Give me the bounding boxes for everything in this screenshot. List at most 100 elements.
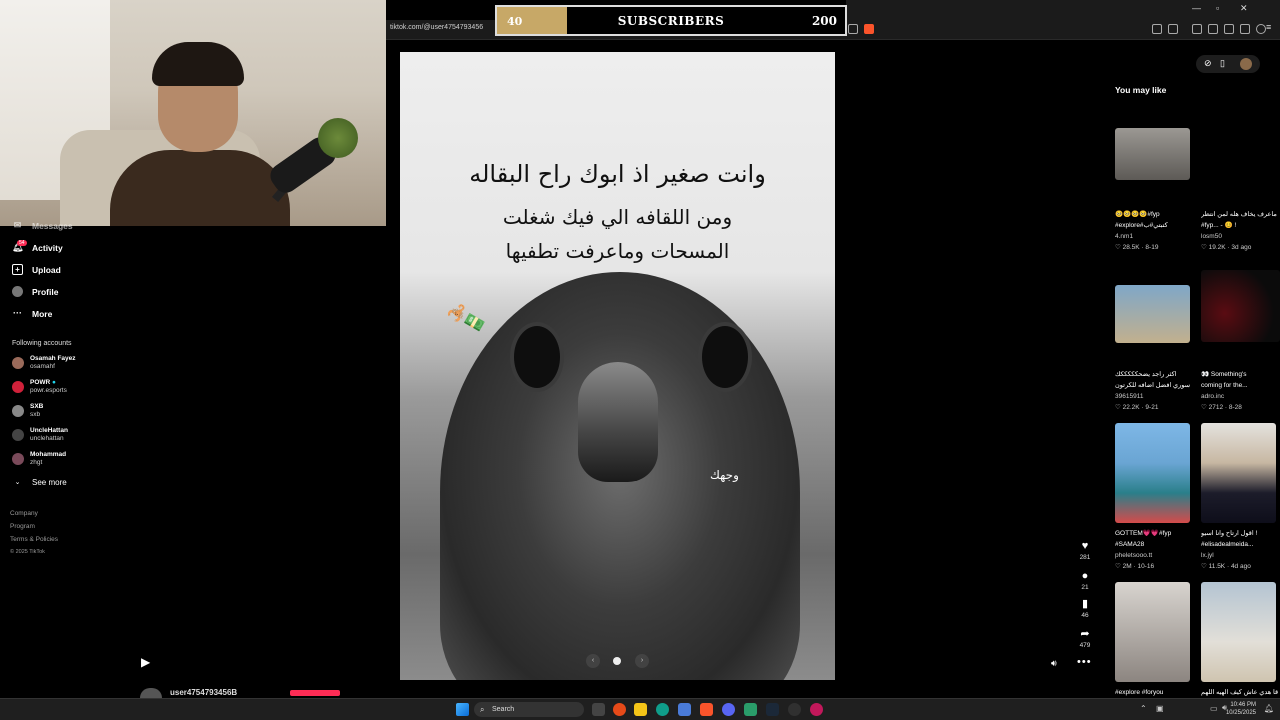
video-thumbnail[interactable] xyxy=(1115,128,1190,180)
task-view-icon[interactable] xyxy=(592,703,605,716)
video-thumbnail[interactable] xyxy=(1201,270,1280,342)
menu-icon[interactable]: ≡ xyxy=(1266,22,1276,32)
footer-link-terms[interactable]: Terms & Policies xyxy=(10,536,58,543)
tile-title[interactable]: اكثر راجد يضحكككككك xyxy=(1115,370,1193,379)
avatar[interactable] xyxy=(140,688,162,698)
tile-title[interactable]: ماعرف يخاف هله لمن انتظر xyxy=(1201,210,1279,219)
carousel-dot[interactable] xyxy=(613,657,621,665)
vpn-icon[interactable] xyxy=(1256,24,1266,34)
more-options-icon[interactable]: ••• xyxy=(1077,656,1092,668)
sidebar-item-label: Activity xyxy=(32,242,63,253)
carousel-next-icon[interactable]: › xyxy=(635,654,649,668)
account-name: SXB xyxy=(30,403,44,410)
face-label: وجهك xyxy=(710,468,739,482)
excel-icon[interactable] xyxy=(744,703,757,716)
tile-author[interactable]: 39615911 xyxy=(1115,393,1143,400)
tile-meta: ♡ 2712 · 8-28 xyxy=(1201,404,1242,411)
steam-icon[interactable] xyxy=(766,703,779,716)
tile-title[interactable]: اقول ارتاح وانا اسيو ! xyxy=(1201,529,1279,538)
account-item[interactable]: SXB sxb xyxy=(12,403,43,419)
tile-author[interactable]: lx.jyl xyxy=(1201,552,1214,559)
clock[interactable]: 10:46 PM 10/25/2025 xyxy=(1226,701,1256,717)
account-item[interactable]: Mohammad zhgt xyxy=(12,451,66,467)
tile-author[interactable]: pheletsooo.tt xyxy=(1115,552,1152,559)
carousel-prev-icon[interactable]: ‹ xyxy=(586,654,600,668)
like-button[interactable]: ♥ 281 xyxy=(1078,540,1092,561)
brave-shield-icon[interactable] xyxy=(864,24,874,34)
account-item[interactable]: UncleHattan unclehattan xyxy=(12,427,68,443)
tile-title-line2[interactable]: coming for the... xyxy=(1201,381,1279,390)
sidebar-item-profile[interactable]: Profile xyxy=(12,286,58,297)
video-thumbnail[interactable] xyxy=(1115,285,1190,343)
creator-username[interactable]: user4754793456B xyxy=(170,688,237,697)
store-icon[interactable] xyxy=(678,703,691,716)
see-more-label: See more xyxy=(32,478,67,487)
minimize-icon[interactable]: — xyxy=(1192,3,1201,13)
start-icon[interactable] xyxy=(456,703,469,716)
play-icon[interactable]: ▶ xyxy=(141,655,150,669)
tray-chevron-icon[interactable]: ⌃ xyxy=(1140,704,1147,713)
bookmark-button[interactable]: ▮ 46 xyxy=(1078,598,1092,619)
sidebar-item-more[interactable]: ··· More xyxy=(12,308,52,319)
tile-title[interactable]: 🥺🥺🥺🥺#fyp xyxy=(1115,210,1193,219)
tile-meta: ♡ 28.5K · 8-19 xyxy=(1115,244,1159,251)
taskbar-search[interactable]: ⌕ Search xyxy=(474,702,584,717)
site-info-icon[interactable] xyxy=(848,24,858,34)
video-caption-line2: ومن اللقافه الي فيك شغلت xyxy=(502,205,733,229)
video-thumbnail[interactable] xyxy=(1201,423,1276,523)
wallet-icon[interactable] xyxy=(1240,24,1250,34)
video-thumbnail[interactable] xyxy=(1201,582,1276,682)
see-more-button[interactable]: ⌄ See more xyxy=(12,477,67,488)
video-thumbnail[interactable] xyxy=(1115,582,1190,682)
tile-title[interactable]: قا هدي عاش كيف الهيه اللهم xyxy=(1201,688,1279,697)
avatar[interactable] xyxy=(1240,58,1252,70)
sidebar-icon[interactable] xyxy=(1208,24,1218,34)
tile-author[interactable]: losm50 xyxy=(1201,233,1222,240)
footer-link-program[interactable]: Program xyxy=(10,523,35,530)
tile-author[interactable]: 4.nm1 xyxy=(1115,233,1133,240)
file-explorer-icon[interactable] xyxy=(634,703,647,716)
copilot-icon[interactable] xyxy=(613,703,626,716)
account-item[interactable]: POWR ● powr.esports xyxy=(12,379,67,395)
tile-title-line2[interactable]: #elisadealmeida... xyxy=(1201,540,1279,549)
sidebar-item-messages[interactable]: ✉ Messages xyxy=(12,220,73,231)
screenshot-icon[interactable] xyxy=(1168,24,1178,34)
app-icon[interactable] xyxy=(810,703,823,716)
sidebar-item-label: More xyxy=(32,308,53,319)
notification-icon[interactable]: 🔔︎ xyxy=(1264,704,1274,713)
network-icon[interactable]: ▭ xyxy=(1210,704,1218,713)
tile-title-line2[interactable]: #explore#كتبتي#ب xyxy=(1115,221,1193,230)
close-icon[interactable]: ✕ xyxy=(1240,3,1248,14)
account-item[interactable]: Osamah Fayez osamahf xyxy=(12,355,76,371)
video-player[interactable]: وانت صغير اذ ابوك راح البقاله ومن اللقاف… xyxy=(400,52,835,680)
tile-title[interactable]: GOTTEM💗💗#fyp xyxy=(1115,529,1193,538)
sidebar-item-label: Messages xyxy=(32,220,73,231)
maximize-icon[interactable]: ▫ xyxy=(1216,3,1219,13)
compass-icon[interactable]: ⊘ xyxy=(1204,58,1212,69)
share-button[interactable]: ➦ 479 xyxy=(1078,628,1092,649)
subscriber-label: SUBSCRIBERS xyxy=(617,14,725,28)
address-bar[interactable]: tiktok.com/@user4754793456 xyxy=(390,24,483,31)
tabs-icon[interactable] xyxy=(1224,24,1234,34)
tile-title-line2[interactable]: #SAMA28 xyxy=(1115,540,1193,549)
extensions-icon[interactable] xyxy=(1152,24,1162,34)
volume-icon[interactable]: 🔊︎ xyxy=(1051,658,1057,669)
footer-link-company[interactable]: Company xyxy=(10,510,38,517)
tile-title-line2[interactable]: سوري افضل اضافه للكرتون xyxy=(1115,381,1193,390)
edge-icon[interactable] xyxy=(656,703,669,716)
tile-title-line2[interactable]: #fyp... - 😊 ! xyxy=(1201,221,1279,230)
video-thumbnail[interactable] xyxy=(1115,423,1190,523)
account-username: powr.esports xyxy=(30,387,67,394)
device-icon[interactable]: ▯ xyxy=(1220,58,1225,69)
brave-icon[interactable] xyxy=(700,703,713,716)
comment-button[interactable]: ● 21 xyxy=(1078,570,1092,591)
discord-icon[interactable] xyxy=(722,703,735,716)
sidebar-item-upload[interactable]: + Upload xyxy=(12,264,61,275)
obs-icon[interactable] xyxy=(788,703,801,716)
media-icon[interactable] xyxy=(1192,24,1202,34)
follow-button[interactable] xyxy=(290,690,340,696)
tile-title[interactable]: #explore #foryou xyxy=(1115,688,1193,697)
tray-app-icon[interactable]: ▣ xyxy=(1156,704,1164,713)
tile-author[interactable]: adro.inc xyxy=(1201,393,1224,400)
tile-title[interactable]: 👀 Something's xyxy=(1201,370,1279,379)
